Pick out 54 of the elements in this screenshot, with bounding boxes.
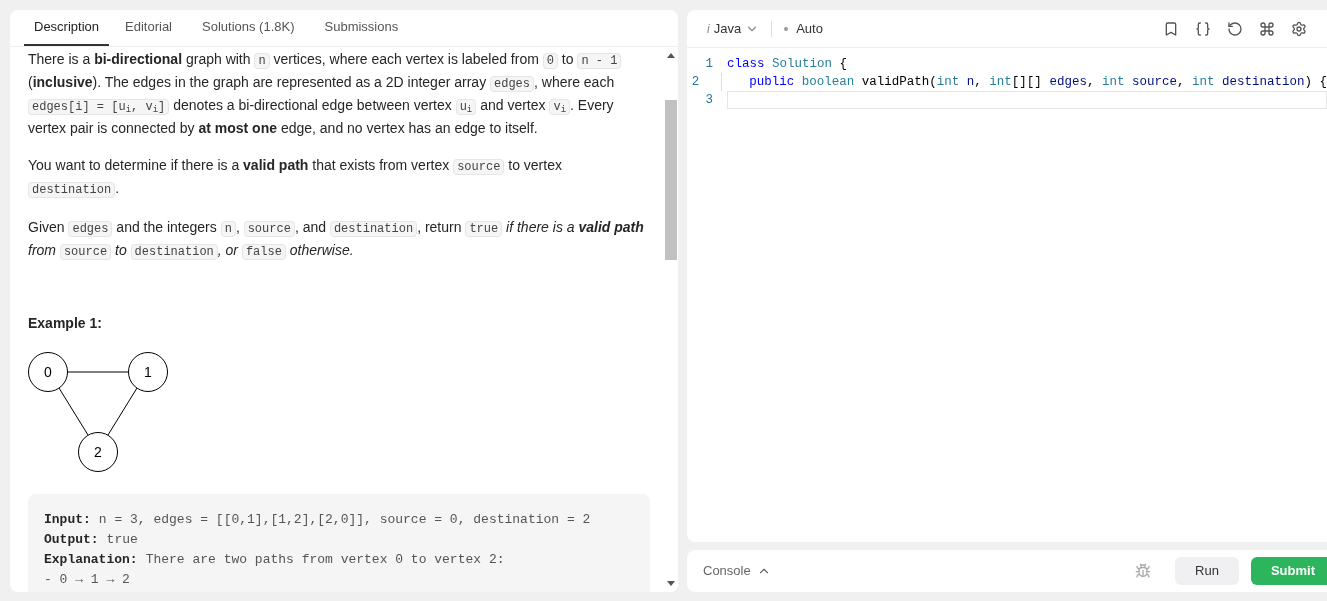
example-value: - 0 → 1 → 2 (44, 572, 130, 587)
example-value: There are two paths from vertex 0 to vertex 2: (145, 552, 505, 567)
run-button[interactable]: Run (1175, 557, 1239, 585)
example-label: Output: (44, 532, 99, 547)
line-number: 2 (690, 74, 701, 91)
inline-code: destination (28, 182, 116, 198)
inline-code: destination (130, 244, 218, 260)
braces-icon[interactable] (1195, 20, 1211, 37)
example-label: Explanation: (44, 552, 138, 567)
tab[interactable]: Submissions (310, 10, 413, 46)
description-paragraph: There is a bi-directional graph with n vertices, where each vertex is labeled from 0 to n - 1 (inclusive). The edges in the graph are represented as a 2D integer array edges , where each edges[i] = [u$_{i}$, v$_{i}$] denotes a bi-directional edge between vertex u$_{i}$ and vertex v$_{i}$ . Every vertex pair is connected by at most one edge, and no vertex has an edge to itself. (28, 49, 650, 139)
inline-code: edges (68, 221, 113, 237)
inline-code: true (465, 221, 503, 237)
tab[interactable]: Editorial (111, 10, 186, 46)
example-label: Input: (44, 512, 91, 527)
inline-code: 0 (542, 53, 558, 69)
mode-selector[interactable]: Auto (784, 18, 823, 39)
console-toggle[interactable]: Console (703, 561, 771, 581)
inline-code: u$_{i}$ (455, 99, 477, 115)
tab[interactable]: Description (24, 10, 110, 46)
settings-icon[interactable] (1291, 20, 1307, 37)
line-number: 3 (704, 92, 714, 109)
line-number: 1 (704, 56, 714, 73)
inline-code: source (243, 221, 295, 237)
example-title: Example 1: (28, 314, 103, 333)
description-paragraph: You want to determine if there is a valid path that exists from vertex source to vertex destination . (28, 156, 563, 200)
reset-icon[interactable] (1227, 20, 1243, 37)
inline-code: destination (329, 221, 418, 237)
scroll-up-icon[interactable] (667, 53, 675, 58)
inline-code: n (254, 53, 270, 69)
inline-code: false (241, 244, 286, 260)
inline-code: n - 1 (577, 53, 622, 69)
graph-node: 0 (28, 352, 68, 392)
inline-code: v$_{i}$ (549, 99, 571, 115)
inline-code: edges[i] = [u$_{i}$, v$_{i}$] (28, 99, 170, 115)
bookmark-icon[interactable] (1163, 20, 1179, 37)
graph-edge (58, 387, 89, 436)
graph-node: 2 (78, 432, 118, 472)
inline-code: source (59, 244, 112, 260)
code-line: public boolean validPath(int n, int[][] edges, int source, int destination) { (713, 73, 1327, 91)
inline-code: source (453, 159, 505, 175)
scroll-down-icon[interactable] (667, 581, 675, 586)
language-dropdown[interactable]: i Java (707, 18, 760, 39)
description-paragraph: Given edges and the integers n , source , and destination , return true if there is a valid path from source to destination , or false otherwise. (28, 218, 645, 262)
example-value: n = 3, edges = [[0,1],[1,2],[2,0]], source = 0, destination = 2 (98, 512, 591, 527)
code-line: class Solution { (727, 56, 849, 73)
tab[interactable]: Solutions (1.8K) (188, 10, 309, 46)
graph-edge (67, 371, 129, 373)
inline-code: edges (490, 76, 535, 92)
inline-code: n (220, 221, 236, 237)
example-value: true (106, 532, 138, 547)
graph-edge (107, 387, 138, 436)
command-icon[interactable] (1259, 20, 1275, 37)
graph-node: 1 (128, 352, 168, 392)
